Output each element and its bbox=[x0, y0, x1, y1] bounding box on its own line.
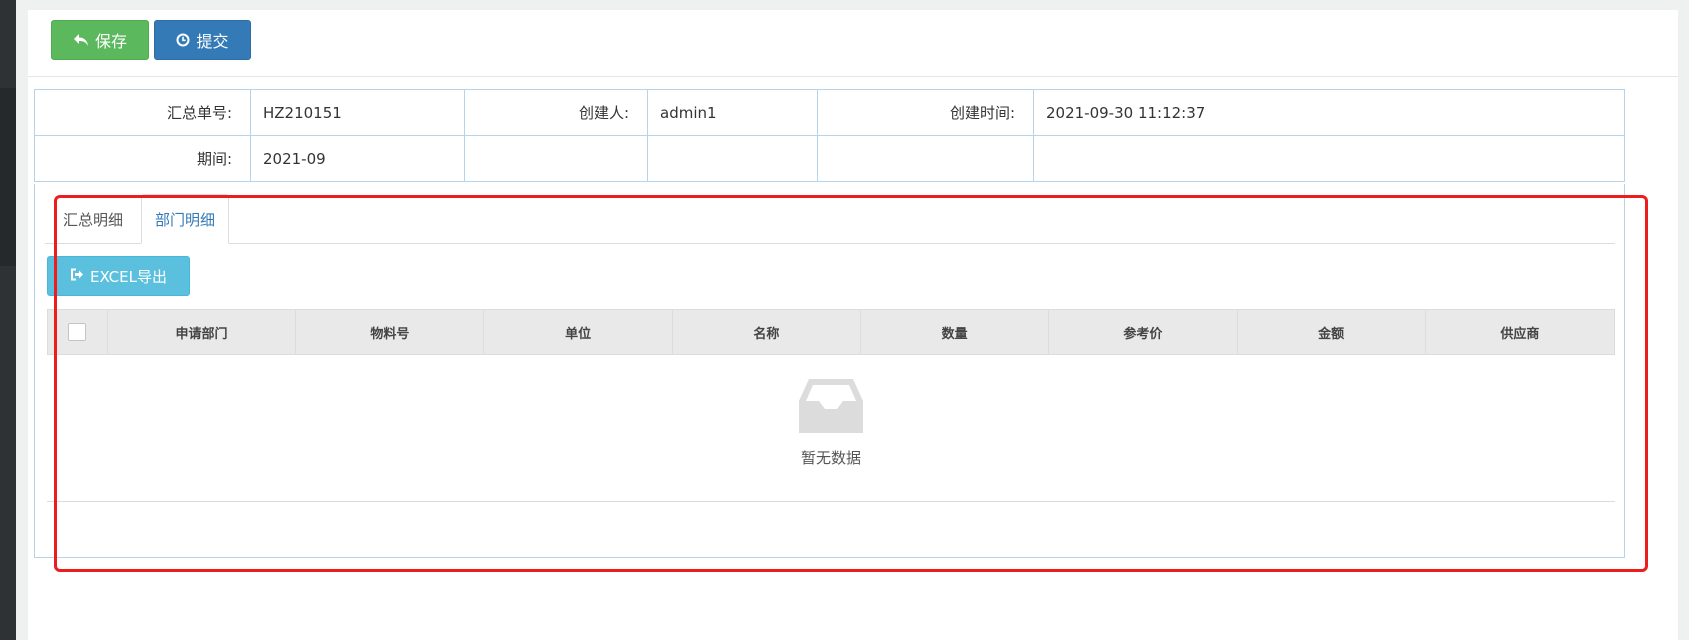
column-header-unit[interactable]: 单位 bbox=[484, 310, 673, 354]
select-all-checkbox[interactable] bbox=[68, 323, 87, 341]
left-sidebar-shade bbox=[0, 88, 16, 266]
department-detail-table: 申请部门 物料号 单位 名称 数量 参考价 金额 供应商 暂无数据 bbox=[47, 309, 1615, 502]
toolbar: 保存 提交 bbox=[28, 10, 1678, 77]
submit-label: 提交 bbox=[196, 32, 229, 51]
clock-icon bbox=[176, 33, 190, 47]
detail-tabs: 汇总明细 部门明细 bbox=[45, 194, 1615, 244]
tab-summary-detail[interactable]: 汇总明细 bbox=[45, 194, 141, 244]
created-time-value: 2021-09-30 11:12:37 bbox=[1033, 89, 1625, 136]
empty-state: 暂无数据 bbox=[47, 355, 1615, 502]
empty-cell bbox=[817, 135, 1034, 182]
excel-export-label: EXCEL导出 bbox=[90, 267, 167, 286]
period-value: 2021-09 bbox=[250, 135, 465, 182]
left-sidebar-strip bbox=[0, 0, 16, 640]
column-header-name[interactable]: 名称 bbox=[673, 310, 861, 354]
empty-cell bbox=[1033, 135, 1625, 182]
excel-export-button[interactable]: EXCEL导出 bbox=[47, 256, 190, 296]
reply-icon bbox=[73, 33, 89, 47]
column-header-department[interactable]: 申请部门 bbox=[108, 310, 297, 354]
column-header-material-no[interactable]: 物料号 bbox=[296, 310, 485, 354]
period-label: 期间: bbox=[34, 135, 251, 182]
summary-no-label: 汇总单号: bbox=[34, 89, 251, 136]
empty-cell bbox=[464, 135, 648, 182]
info-row: 汇总单号: HZ210151 创建人: admin1 创建时间: 2021-09… bbox=[34, 89, 1625, 136]
save-label: 保存 bbox=[94, 32, 127, 51]
submit-button[interactable]: 提交 bbox=[154, 20, 251, 60]
save-button[interactable]: 保存 bbox=[51, 20, 149, 60]
empty-cell bbox=[647, 135, 818, 182]
info-row: 期间: 2021-09 bbox=[34, 135, 1625, 182]
summary-no-value: HZ210151 bbox=[250, 89, 465, 136]
detail-section: 汇总明细 部门明细 EXCEL导出 申请部门 物料号 单位 名称 数量 参考价 … bbox=[34, 184, 1625, 558]
inbox-icon bbox=[797, 377, 865, 439]
creator-label: 创建人: bbox=[464, 89, 648, 136]
select-all-cell bbox=[48, 310, 108, 354]
column-header-quantity[interactable]: 数量 bbox=[861, 310, 1050, 354]
info-table: 汇总单号: HZ210151 创建人: admin1 创建时间: 2021-09… bbox=[34, 89, 1625, 182]
sign-out-icon bbox=[70, 267, 84, 285]
column-header-reference-price[interactable]: 参考价 bbox=[1049, 310, 1238, 354]
tab-department-detail[interactable]: 部门明细 bbox=[141, 194, 229, 244]
empty-state-text: 暂无数据 bbox=[800, 449, 861, 467]
created-time-label: 创建时间: bbox=[817, 89, 1034, 136]
column-header-amount[interactable]: 金额 bbox=[1238, 310, 1426, 354]
table-header: 申请部门 物料号 单位 名称 数量 参考价 金额 供应商 bbox=[47, 309, 1615, 355]
creator-value: admin1 bbox=[647, 89, 818, 136]
column-header-supplier[interactable]: 供应商 bbox=[1426, 310, 1614, 354]
